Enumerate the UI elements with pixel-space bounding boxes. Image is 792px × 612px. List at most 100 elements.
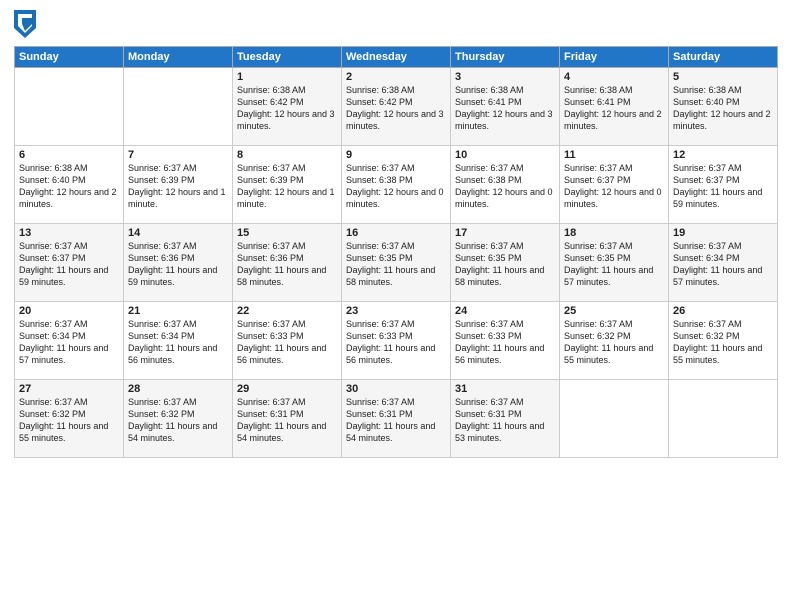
day-number: 2 [346,71,446,83]
calendar-cell: 29Sunrise: 6:37 AM Sunset: 6:31 PM Dayli… [233,380,342,458]
day-number: 17 [455,227,555,239]
calendar-cell: 16Sunrise: 6:37 AM Sunset: 6:35 PM Dayli… [342,224,451,302]
calendar-cell: 23Sunrise: 6:37 AM Sunset: 6:33 PM Dayli… [342,302,451,380]
day-detail: Sunrise: 6:37 AM Sunset: 6:34 PM Dayligh… [128,318,228,367]
calendar-cell: 3Sunrise: 6:38 AM Sunset: 6:41 PM Daylig… [451,68,560,146]
day-detail: Sunrise: 6:37 AM Sunset: 6:37 PM Dayligh… [19,240,119,289]
day-number: 4 [564,71,664,83]
calendar-week-row: 13Sunrise: 6:37 AM Sunset: 6:37 PM Dayli… [15,224,778,302]
day-detail: Sunrise: 6:37 AM Sunset: 6:32 PM Dayligh… [128,396,228,445]
calendar-week-row: 20Sunrise: 6:37 AM Sunset: 6:34 PM Dayli… [15,302,778,380]
day-detail: Sunrise: 6:38 AM Sunset: 6:42 PM Dayligh… [346,84,446,133]
day-number: 9 [346,149,446,161]
calendar-cell: 11Sunrise: 6:37 AM Sunset: 6:37 PM Dayli… [560,146,669,224]
day-detail: Sunrise: 6:37 AM Sunset: 6:33 PM Dayligh… [237,318,337,367]
col-wednesday: Wednesday [342,47,451,68]
day-detail: Sunrise: 6:37 AM Sunset: 6:32 PM Dayligh… [564,318,664,367]
day-detail: Sunrise: 6:37 AM Sunset: 6:39 PM Dayligh… [237,162,337,211]
col-monday: Monday [124,47,233,68]
day-detail: Sunrise: 6:37 AM Sunset: 6:37 PM Dayligh… [564,162,664,211]
day-detail: Sunrise: 6:37 AM Sunset: 6:35 PM Dayligh… [346,240,446,289]
calendar-cell: 18Sunrise: 6:37 AM Sunset: 6:35 PM Dayli… [560,224,669,302]
day-detail: Sunrise: 6:37 AM Sunset: 6:31 PM Dayligh… [346,396,446,445]
day-number: 6 [19,149,119,161]
calendar-cell: 7Sunrise: 6:37 AM Sunset: 6:39 PM Daylig… [124,146,233,224]
day-number: 30 [346,383,446,395]
day-detail: Sunrise: 6:38 AM Sunset: 6:42 PM Dayligh… [237,84,337,133]
col-saturday: Saturday [669,47,778,68]
day-number: 29 [237,383,337,395]
day-number: 27 [19,383,119,395]
calendar-cell: 1Sunrise: 6:38 AM Sunset: 6:42 PM Daylig… [233,68,342,146]
calendar-cell [669,380,778,458]
day-number: 25 [564,305,664,317]
day-number: 7 [128,149,228,161]
day-number: 31 [455,383,555,395]
day-number: 22 [237,305,337,317]
calendar-cell: 2Sunrise: 6:38 AM Sunset: 6:42 PM Daylig… [342,68,451,146]
calendar-cell [124,68,233,146]
day-detail: Sunrise: 6:37 AM Sunset: 6:39 PM Dayligh… [128,162,228,211]
calendar-cell: 17Sunrise: 6:37 AM Sunset: 6:35 PM Dayli… [451,224,560,302]
day-detail: Sunrise: 6:38 AM Sunset: 6:41 PM Dayligh… [564,84,664,133]
day-detail: Sunrise: 6:37 AM Sunset: 6:34 PM Dayligh… [673,240,773,289]
day-number: 3 [455,71,555,83]
day-number: 21 [128,305,228,317]
day-number: 11 [564,149,664,161]
day-detail: Sunrise: 6:38 AM Sunset: 6:40 PM Dayligh… [673,84,773,133]
calendar-header-row: Sunday Monday Tuesday Wednesday Thursday… [15,47,778,68]
day-number: 5 [673,71,773,83]
day-number: 14 [128,227,228,239]
calendar-week-row: 27Sunrise: 6:37 AM Sunset: 6:32 PM Dayli… [15,380,778,458]
day-detail: Sunrise: 6:37 AM Sunset: 6:34 PM Dayligh… [19,318,119,367]
calendar-week-row: 6Sunrise: 6:38 AM Sunset: 6:40 PM Daylig… [15,146,778,224]
day-detail: Sunrise: 6:37 AM Sunset: 6:32 PM Dayligh… [19,396,119,445]
day-number: 15 [237,227,337,239]
calendar-cell: 6Sunrise: 6:38 AM Sunset: 6:40 PM Daylig… [15,146,124,224]
calendar-cell: 20Sunrise: 6:37 AM Sunset: 6:34 PM Dayli… [15,302,124,380]
calendar-cell: 25Sunrise: 6:37 AM Sunset: 6:32 PM Dayli… [560,302,669,380]
calendar-cell: 15Sunrise: 6:37 AM Sunset: 6:36 PM Dayli… [233,224,342,302]
day-number: 13 [19,227,119,239]
logo-icon [14,10,36,38]
calendar-cell: 9Sunrise: 6:37 AM Sunset: 6:38 PM Daylig… [342,146,451,224]
header [14,10,778,38]
day-detail: Sunrise: 6:37 AM Sunset: 6:35 PM Dayligh… [455,240,555,289]
calendar-cell [15,68,124,146]
day-detail: Sunrise: 6:37 AM Sunset: 6:38 PM Dayligh… [346,162,446,211]
calendar-cell: 28Sunrise: 6:37 AM Sunset: 6:32 PM Dayli… [124,380,233,458]
calendar-cell: 8Sunrise: 6:37 AM Sunset: 6:39 PM Daylig… [233,146,342,224]
day-detail: Sunrise: 6:38 AM Sunset: 6:40 PM Dayligh… [19,162,119,211]
calendar-cell [560,380,669,458]
day-detail: Sunrise: 6:37 AM Sunset: 6:31 PM Dayligh… [455,396,555,445]
calendar-cell: 4Sunrise: 6:38 AM Sunset: 6:41 PM Daylig… [560,68,669,146]
day-detail: Sunrise: 6:37 AM Sunset: 6:37 PM Dayligh… [673,162,773,211]
day-number: 20 [19,305,119,317]
logo [14,10,40,38]
day-number: 1 [237,71,337,83]
day-number: 28 [128,383,228,395]
day-number: 26 [673,305,773,317]
day-detail: Sunrise: 6:37 AM Sunset: 6:35 PM Dayligh… [564,240,664,289]
day-number: 16 [346,227,446,239]
calendar-cell: 5Sunrise: 6:38 AM Sunset: 6:40 PM Daylig… [669,68,778,146]
col-friday: Friday [560,47,669,68]
day-detail: Sunrise: 6:38 AM Sunset: 6:41 PM Dayligh… [455,84,555,133]
day-detail: Sunrise: 6:37 AM Sunset: 6:36 PM Dayligh… [237,240,337,289]
calendar-table: Sunday Monday Tuesday Wednesday Thursday… [14,46,778,458]
calendar-cell: 22Sunrise: 6:37 AM Sunset: 6:33 PM Dayli… [233,302,342,380]
day-number: 24 [455,305,555,317]
calendar-week-row: 1Sunrise: 6:38 AM Sunset: 6:42 PM Daylig… [15,68,778,146]
calendar-cell: 14Sunrise: 6:37 AM Sunset: 6:36 PM Dayli… [124,224,233,302]
calendar-cell: 12Sunrise: 6:37 AM Sunset: 6:37 PM Dayli… [669,146,778,224]
page: Sunday Monday Tuesday Wednesday Thursday… [0,0,792,612]
col-thursday: Thursday [451,47,560,68]
calendar-cell: 13Sunrise: 6:37 AM Sunset: 6:37 PM Dayli… [15,224,124,302]
day-detail: Sunrise: 6:37 AM Sunset: 6:38 PM Dayligh… [455,162,555,211]
day-number: 8 [237,149,337,161]
calendar-cell: 21Sunrise: 6:37 AM Sunset: 6:34 PM Dayli… [124,302,233,380]
calendar-cell: 24Sunrise: 6:37 AM Sunset: 6:33 PM Dayli… [451,302,560,380]
col-sunday: Sunday [15,47,124,68]
day-detail: Sunrise: 6:37 AM Sunset: 6:31 PM Dayligh… [237,396,337,445]
day-detail: Sunrise: 6:37 AM Sunset: 6:33 PM Dayligh… [455,318,555,367]
